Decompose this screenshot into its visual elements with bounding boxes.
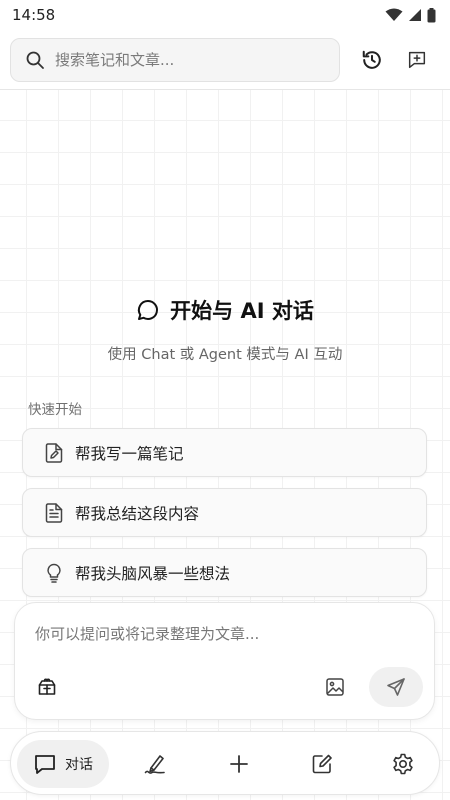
nav-item-settings[interactable] xyxy=(379,740,427,788)
welcome-title: 开始与 AI 对话 xyxy=(0,290,450,330)
quick-item-label: 帮我头脑风暴一些想法 xyxy=(75,564,231,583)
gear-icon xyxy=(393,753,413,775)
quick-item-write-note[interactable]: 帮我写一篇笔记 xyxy=(22,428,427,477)
chat-icon xyxy=(35,755,55,774)
header xyxy=(0,30,450,90)
wifi-icon xyxy=(385,8,403,21)
status-bar: 14:58 xyxy=(0,0,450,30)
composer xyxy=(14,602,435,720)
bottom-nav: 对话 xyxy=(10,731,440,795)
search-box[interactable] xyxy=(10,38,340,82)
send-button[interactable] xyxy=(369,667,423,707)
handwriting-icon xyxy=(144,755,165,774)
add-message-icon xyxy=(408,51,426,69)
nav-item-add[interactable] xyxy=(215,740,263,788)
nav-item-handwriting[interactable] xyxy=(131,740,179,788)
image-icon xyxy=(326,678,344,696)
status-time: 14:58 xyxy=(12,6,56,24)
document-pen-icon xyxy=(45,442,63,463)
toolbox-button[interactable] xyxy=(33,673,61,701)
quick-start-label: 快速开始 xyxy=(28,402,82,418)
quick-item-label: 帮我写一篇笔记 xyxy=(75,444,184,463)
search-icon xyxy=(26,51,44,69)
toolbox-icon xyxy=(38,678,56,695)
history-icon xyxy=(362,50,381,69)
quick-item-label: 帮我总结这段内容 xyxy=(75,504,200,523)
document-text-icon xyxy=(45,502,63,523)
nav-item-edit[interactable] xyxy=(298,740,346,788)
nav-label-chat: 对话 xyxy=(65,757,93,773)
history-button[interactable] xyxy=(355,43,389,77)
edit-icon xyxy=(312,754,332,774)
welcome-subtitle: 使用 Chat 或 Agent 模式与 AI 互动 xyxy=(107,347,343,363)
send-icon xyxy=(387,678,405,696)
welcome-title-text: 开始与 AI 对话 xyxy=(170,299,314,323)
plus-icon xyxy=(230,755,248,773)
quick-item-summarize[interactable]: 帮我总结这段内容 xyxy=(22,488,427,537)
image-upload-button[interactable] xyxy=(321,673,349,701)
message-input[interactable] xyxy=(35,621,415,647)
quick-item-brainstorm[interactable]: 帮我头脑风暴一些想法 xyxy=(22,548,427,597)
nav-item-chat[interactable]: 对话 xyxy=(17,740,109,788)
new-chat-button[interactable] xyxy=(400,43,434,77)
lightbulb-icon xyxy=(47,563,61,583)
chat-bubble-icon xyxy=(138,299,159,320)
status-icons xyxy=(385,7,436,23)
battery-icon xyxy=(427,7,436,22)
signal-icon xyxy=(409,9,421,21)
search-input[interactable] xyxy=(55,51,315,69)
